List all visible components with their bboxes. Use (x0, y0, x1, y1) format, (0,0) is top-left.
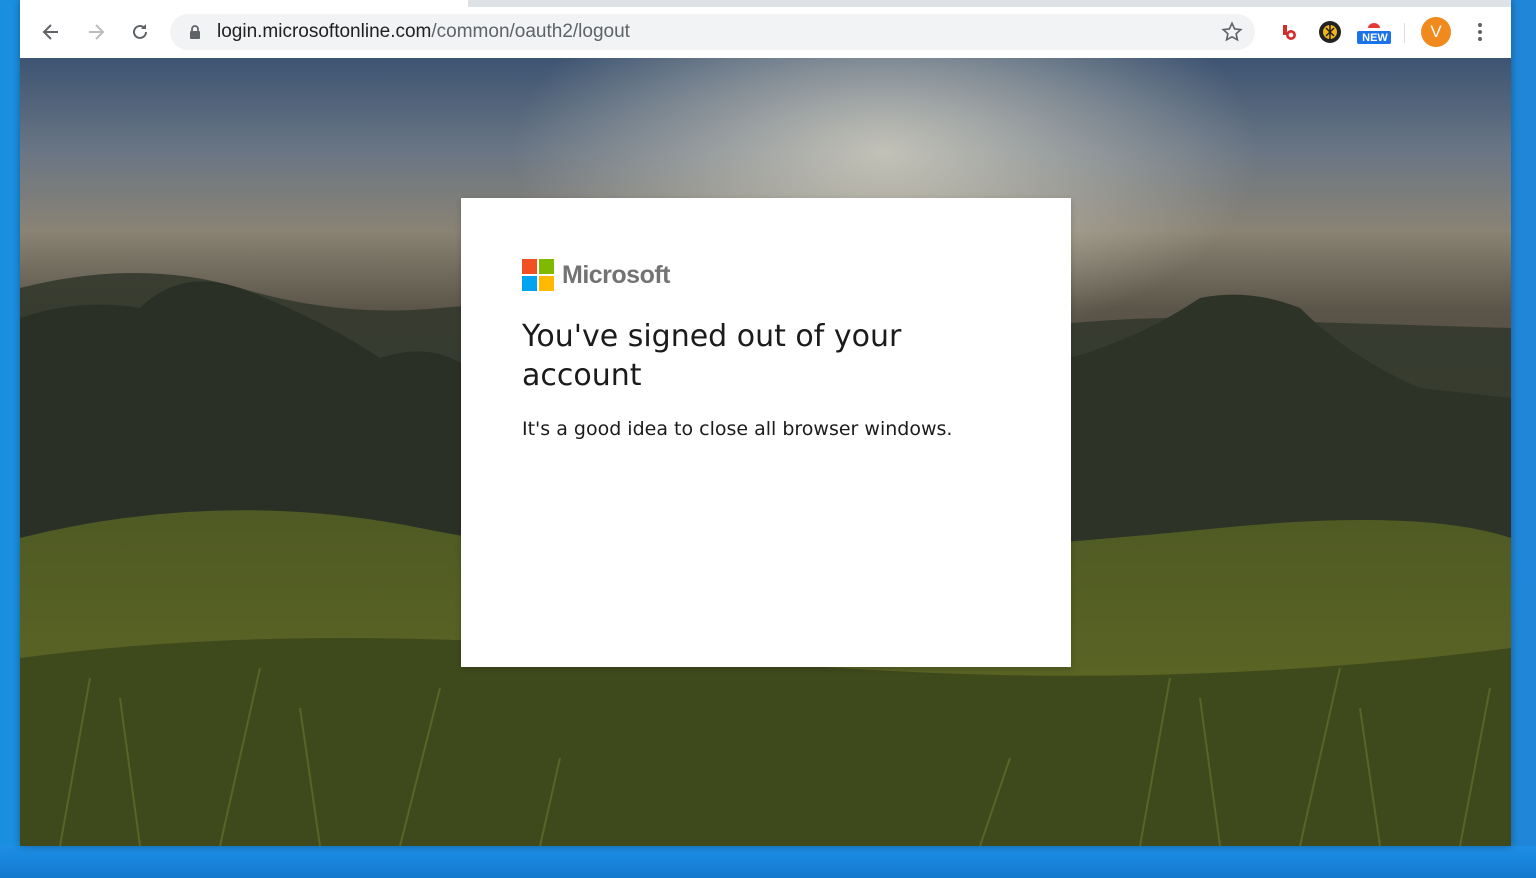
lock-icon[interactable] (188, 24, 202, 40)
arrow-left-icon (42, 24, 58, 40)
extension-icon (1319, 21, 1341, 43)
tab-strip (20, 0, 1511, 7)
reload-button[interactable] (126, 18, 154, 46)
url-text[interactable]: login.microsoftonline.com/common/oauth2/… (217, 14, 630, 50)
reload-icon (133, 24, 147, 39)
extension-badge: NEW (1362, 32, 1388, 44)
arrow-right-icon (89, 24, 105, 40)
toolbar-divider (1404, 23, 1405, 43)
url-path: /common/oauth2/logout (431, 21, 630, 42)
browser-toolbar: login.microsoftonline.com/common/oauth2/… (20, 7, 1511, 59)
browser-window: login.microsoftonline.com/common/oauth2/… (20, 0, 1511, 846)
page-title: You've signed out of your account (522, 319, 902, 393)
desktop-background (0, 846, 1536, 878)
signout-card: Microsoft You've signed out of your acco… (461, 198, 1071, 667)
forward-button[interactable] (82, 18, 110, 46)
kebab-menu-icon (1478, 23, 1482, 41)
extension-new-button[interactable]: NEW (1356, 18, 1392, 46)
brand-name: Microsoft (562, 260, 671, 289)
browser-menu-button[interactable] (1466, 18, 1494, 46)
url-host: login.microsoftonline.com (217, 21, 432, 42)
address-bar[interactable]: login.microsoftonline.com/common/oauth2/… (170, 14, 1255, 50)
page-viewport: Microsoft You've signed out of your acco… (20, 58, 1511, 846)
star-icon[interactable] (1221, 21, 1243, 43)
back-button[interactable] (37, 18, 65, 46)
microsoft-windows-logo-icon (522, 259, 554, 291)
profile-avatar[interactable]: V (1421, 17, 1451, 47)
extension-icon (1283, 25, 1296, 40)
signout-message: It's a good idea to close all browser wi… (522, 418, 953, 440)
extension-lastpass-button[interactable] (1275, 18, 1303, 46)
microsoft-logo: Microsoft (522, 259, 671, 291)
extension-norton-button[interactable] (1316, 18, 1344, 46)
active-tab[interactable] (20, 0, 468, 7)
